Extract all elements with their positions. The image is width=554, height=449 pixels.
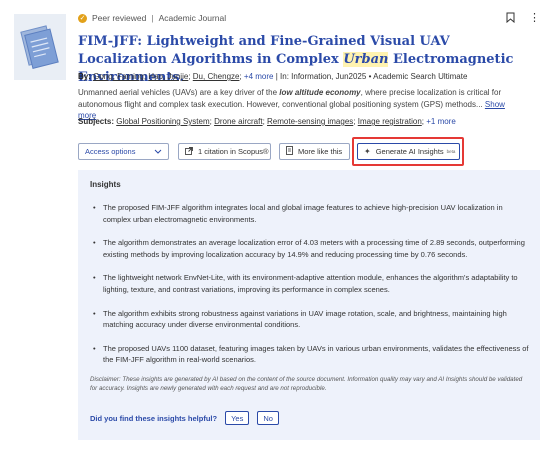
subjects: Subjects: Global Positioning System; Dro… — [78, 117, 456, 126]
feedback-yes-button[interactable]: Yes — [225, 411, 250, 425]
feedback-no-button[interactable]: No — [257, 411, 279, 425]
feedback-row: Did you find these insights helpful? Yes… — [90, 411, 279, 425]
database-name: Academic Search Ultimate — [373, 72, 468, 81]
chevron-down-icon — [154, 147, 162, 156]
more-subjects-link[interactable]: +1 more — [426, 117, 456, 126]
external-link-icon — [185, 146, 193, 157]
insight-item: The algorithm demonstrates an average lo… — [90, 237, 530, 260]
document-icon — [286, 146, 293, 157]
abstract-text: Unmanned aerial vehicles (UAVs) are a ke… — [78, 88, 280, 97]
bookmark-icon[interactable] — [506, 12, 515, 26]
more-vertical-icon[interactable]: ⋮ — [529, 12, 540, 26]
insight-item: The lightweight network EnvNet-Lite, wit… — [90, 272, 530, 295]
check-badge-icon: ✓ — [78, 13, 87, 23]
peer-reviewed-label: Peer reviewed — [92, 13, 147, 23]
highlight-box — [352, 137, 464, 166]
record-actions: ⋮ — [506, 12, 540, 26]
access-options-button[interactable]: Access options — [78, 143, 169, 160]
by-label: By: — [78, 72, 91, 81]
abstract-emphasis: low altitude economy — [279, 88, 361, 97]
subject-link[interactable]: Drone aircraft — [214, 117, 262, 126]
citation-button[interactable]: 1 citation in Scopus® — [178, 143, 271, 160]
feedback-question: Did you find these insights helpful? — [90, 413, 218, 423]
document-thumbnail-icon — [14, 14, 66, 80]
insights-list: The proposed FIM-JFF algorithm integrate… — [90, 202, 530, 378]
title-highlight[interactable]: Urban — [343, 52, 389, 67]
meta-separator: | — [151, 13, 154, 23]
insight-item: The proposed UAVs 1100 dataset, featurin… — [90, 343, 530, 366]
insight-item: The proposed FIM-JFF algorithm integrate… — [90, 202, 530, 225]
subjects-label: Subjects: — [78, 117, 115, 126]
insights-panel: Insights The proposed FIM-JFF algorithm … — [78, 170, 540, 440]
more-like-this-label: More like this — [298, 147, 343, 156]
more-like-this-button[interactable]: More like this — [279, 143, 350, 160]
author-link[interactable]: Gong, Faming — [93, 72, 144, 81]
source-type-label: Academic Journal — [158, 13, 227, 23]
subject-link[interactable]: Global Positioning System — [116, 117, 209, 126]
subject-link[interactable]: Image registration — [358, 117, 422, 126]
byline: By: Gong, Faming; Hao, Junjie; Du, Cheng… — [78, 72, 468, 81]
author-link[interactable]: Hao, Junjie — [148, 72, 188, 81]
record-meta: ✓ Peer reviewed | Academic Journal — [78, 12, 226, 24]
citation-label: 1 citation in Scopus® — [198, 147, 269, 156]
ai-disclaimer: Disclaimer: These insights are generated… — [90, 376, 523, 393]
more-authors-link[interactable]: +4 more — [244, 72, 274, 81]
access-options-label: Access options — [85, 147, 136, 156]
insights-title: Insights — [90, 180, 121, 189]
source-info: In: Information, Jun2025 — [280, 72, 367, 81]
author-link[interactable]: Du, Chengze — [193, 72, 240, 81]
insight-item: The algorithm exhibits strong robustness… — [90, 308, 530, 331]
subject-link[interactable]: Remote-sensing images — [267, 117, 353, 126]
